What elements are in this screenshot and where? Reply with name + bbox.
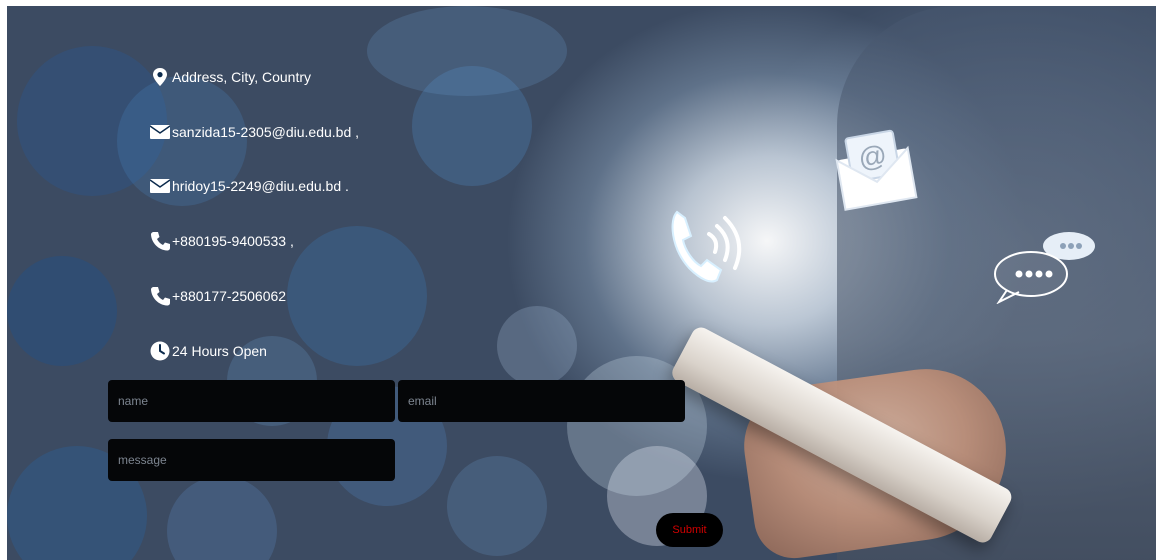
map-marker-icon bbox=[153, 68, 167, 86]
email-input[interactable] bbox=[398, 380, 685, 422]
phone-item[interactable]: +880177-2506062 bbox=[150, 286, 286, 306]
message-input[interactable] bbox=[108, 439, 395, 481]
phone-icon bbox=[151, 287, 170, 306]
hours-item: 24 Hours Open bbox=[150, 341, 267, 361]
email-item[interactable]: sanzida15-2305@diu.edu.bd , bbox=[150, 122, 359, 142]
address-text: Address, City, Country bbox=[172, 69, 312, 85]
svg-text:@: @ bbox=[856, 139, 889, 174]
bokeh-circle bbox=[17, 46, 167, 196]
phone-item[interactable]: +880195-9400533 , bbox=[150, 231, 294, 251]
bokeh-circle bbox=[412, 66, 532, 186]
phone-wave-icon bbox=[671, 210, 742, 283]
phone-text[interactable]: +880195-9400533 , bbox=[172, 233, 294, 249]
email-text[interactable]: hridoy15-2249@diu.edu.bd . bbox=[172, 178, 349, 194]
email-item[interactable]: hridoy15-2249@diu.edu.bd . bbox=[150, 176, 349, 196]
address-item: Address, City, Country bbox=[150, 67, 311, 87]
clock-icon bbox=[150, 341, 170, 361]
bokeh-circle bbox=[447, 456, 547, 556]
email-text[interactable]: sanzida15-2305@diu.edu.bd , bbox=[172, 124, 359, 140]
bokeh-circle bbox=[367, 6, 567, 96]
bokeh-circle bbox=[167, 476, 277, 560]
submit-button[interactable]: Submit bbox=[656, 513, 723, 547]
bokeh-circle bbox=[7, 256, 117, 366]
bokeh-circle bbox=[497, 306, 577, 386]
hours-text: 24 Hours Open bbox=[172, 343, 267, 359]
envelope-icon bbox=[150, 125, 170, 139]
envelope-icon bbox=[150, 179, 170, 193]
chat-bubble-icon bbox=[994, 232, 1095, 304]
name-input[interactable] bbox=[108, 380, 395, 422]
mail-at-icon: @ bbox=[835, 129, 918, 211]
phone-icon bbox=[151, 232, 170, 251]
phone-text[interactable]: +880177-2506062 bbox=[172, 288, 286, 304]
bokeh-circle bbox=[287, 226, 427, 366]
